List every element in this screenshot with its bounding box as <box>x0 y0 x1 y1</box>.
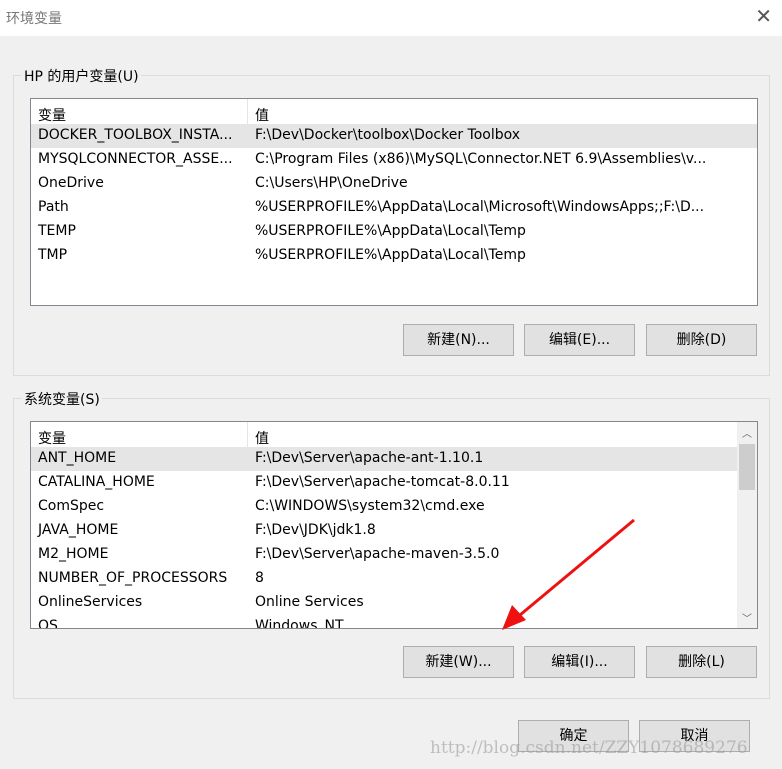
arrow-head <box>502 605 526 630</box>
annotation-arrow-icon <box>502 518 635 630</box>
arrow-shaft <box>513 518 635 622</box>
